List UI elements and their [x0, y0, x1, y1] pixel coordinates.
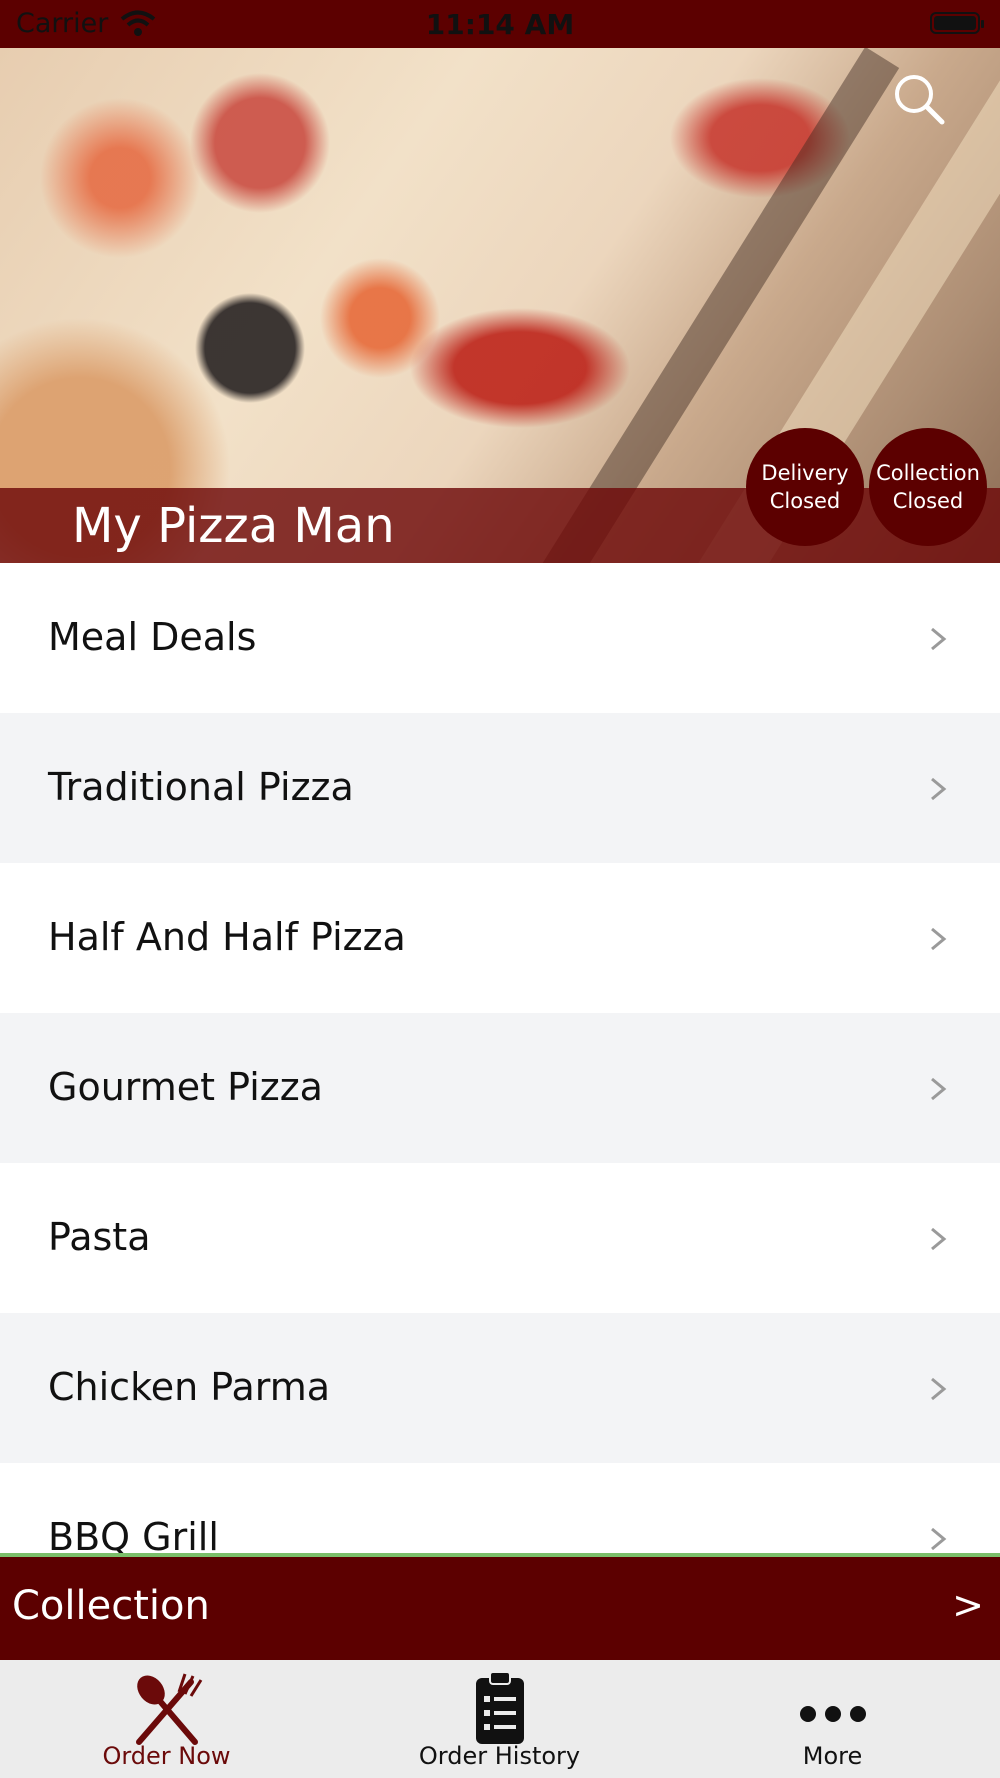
tab-label: Order History	[418, 1742, 581, 1770]
fork-knife-icon	[127, 1668, 207, 1752]
chevron-right-icon	[931, 777, 947, 801]
order-mode-arrow: >	[952, 1583, 984, 1627]
tab-order-history[interactable]: Order History	[333, 1660, 666, 1778]
menu-item-gourmet-pizza[interactable]: Gourmet Pizza	[0, 1013, 1000, 1163]
status-bar: Carrier 11:14 AM	[0, 0, 1000, 48]
menu-category-list: Meal Deals Traditional Pizza Half And Ha…	[0, 563, 1000, 1556]
tab-order-now[interactable]: Order Now	[0, 1660, 333, 1778]
delivery-status-line1: Delivery	[761, 461, 849, 485]
menu-item-label: Meal Deals	[48, 615, 257, 659]
chevron-right-icon	[931, 1227, 947, 1251]
chevron-right-icon	[931, 627, 947, 651]
menu-item-traditional-pizza[interactable]: Traditional Pizza	[0, 713, 1000, 863]
menu-item-meal-deals[interactable]: Meal Deals	[0, 563, 1000, 713]
tab-more[interactable]: More	[666, 1660, 999, 1778]
menu-item-half-and-half-pizza[interactable]: Half And Half Pizza	[0, 863, 1000, 1013]
order-mode-bar[interactable]: Collection >	[0, 1557, 1000, 1660]
order-mode-label: Collection	[12, 1583, 210, 1629]
chevron-right-icon	[931, 1377, 947, 1401]
collection-status-line1: Collection	[876, 461, 980, 485]
chevron-right-icon	[931, 1527, 947, 1551]
menu-item-label: Pasta	[48, 1215, 151, 1259]
tab-bar: Order Now Order History More	[0, 1660, 1000, 1778]
menu-item-label: Chicken Parma	[48, 1365, 331, 1409]
delivery-status-badge: Delivery Closed	[746, 428, 864, 546]
menu-item-pasta[interactable]: Pasta	[0, 1163, 1000, 1313]
status-time: 11:14 AM	[425, 8, 575, 41]
menu-item-label: Gourmet Pizza	[48, 1065, 323, 1109]
tab-label: Order Now	[102, 1742, 231, 1770]
delivery-status-line2: Closed	[769, 489, 841, 513]
menu-item-label: Traditional Pizza	[48, 765, 354, 809]
menu-item-label: BBQ Grill	[48, 1515, 219, 1556]
chevron-right-icon	[931, 927, 947, 951]
search-icon[interactable]	[890, 70, 950, 130]
battery-icon	[930, 12, 984, 34]
more-dots-icon	[798, 1668, 868, 1752]
restaurant-name: My Pizza Man	[72, 498, 395, 554]
tab-label: More	[802, 1742, 863, 1770]
collection-status-badge: Collection Closed	[869, 428, 987, 546]
collection-status-line2: Closed	[892, 489, 964, 513]
chevron-right-icon	[931, 1077, 947, 1101]
menu-item-bbq-grill[interactable]: BBQ Grill	[0, 1463, 1000, 1556]
menu-item-chicken-parma[interactable]: Chicken Parma	[0, 1313, 1000, 1463]
menu-item-label: Half And Half Pizza	[48, 915, 406, 959]
clipboard-list-icon	[470, 1668, 530, 1752]
